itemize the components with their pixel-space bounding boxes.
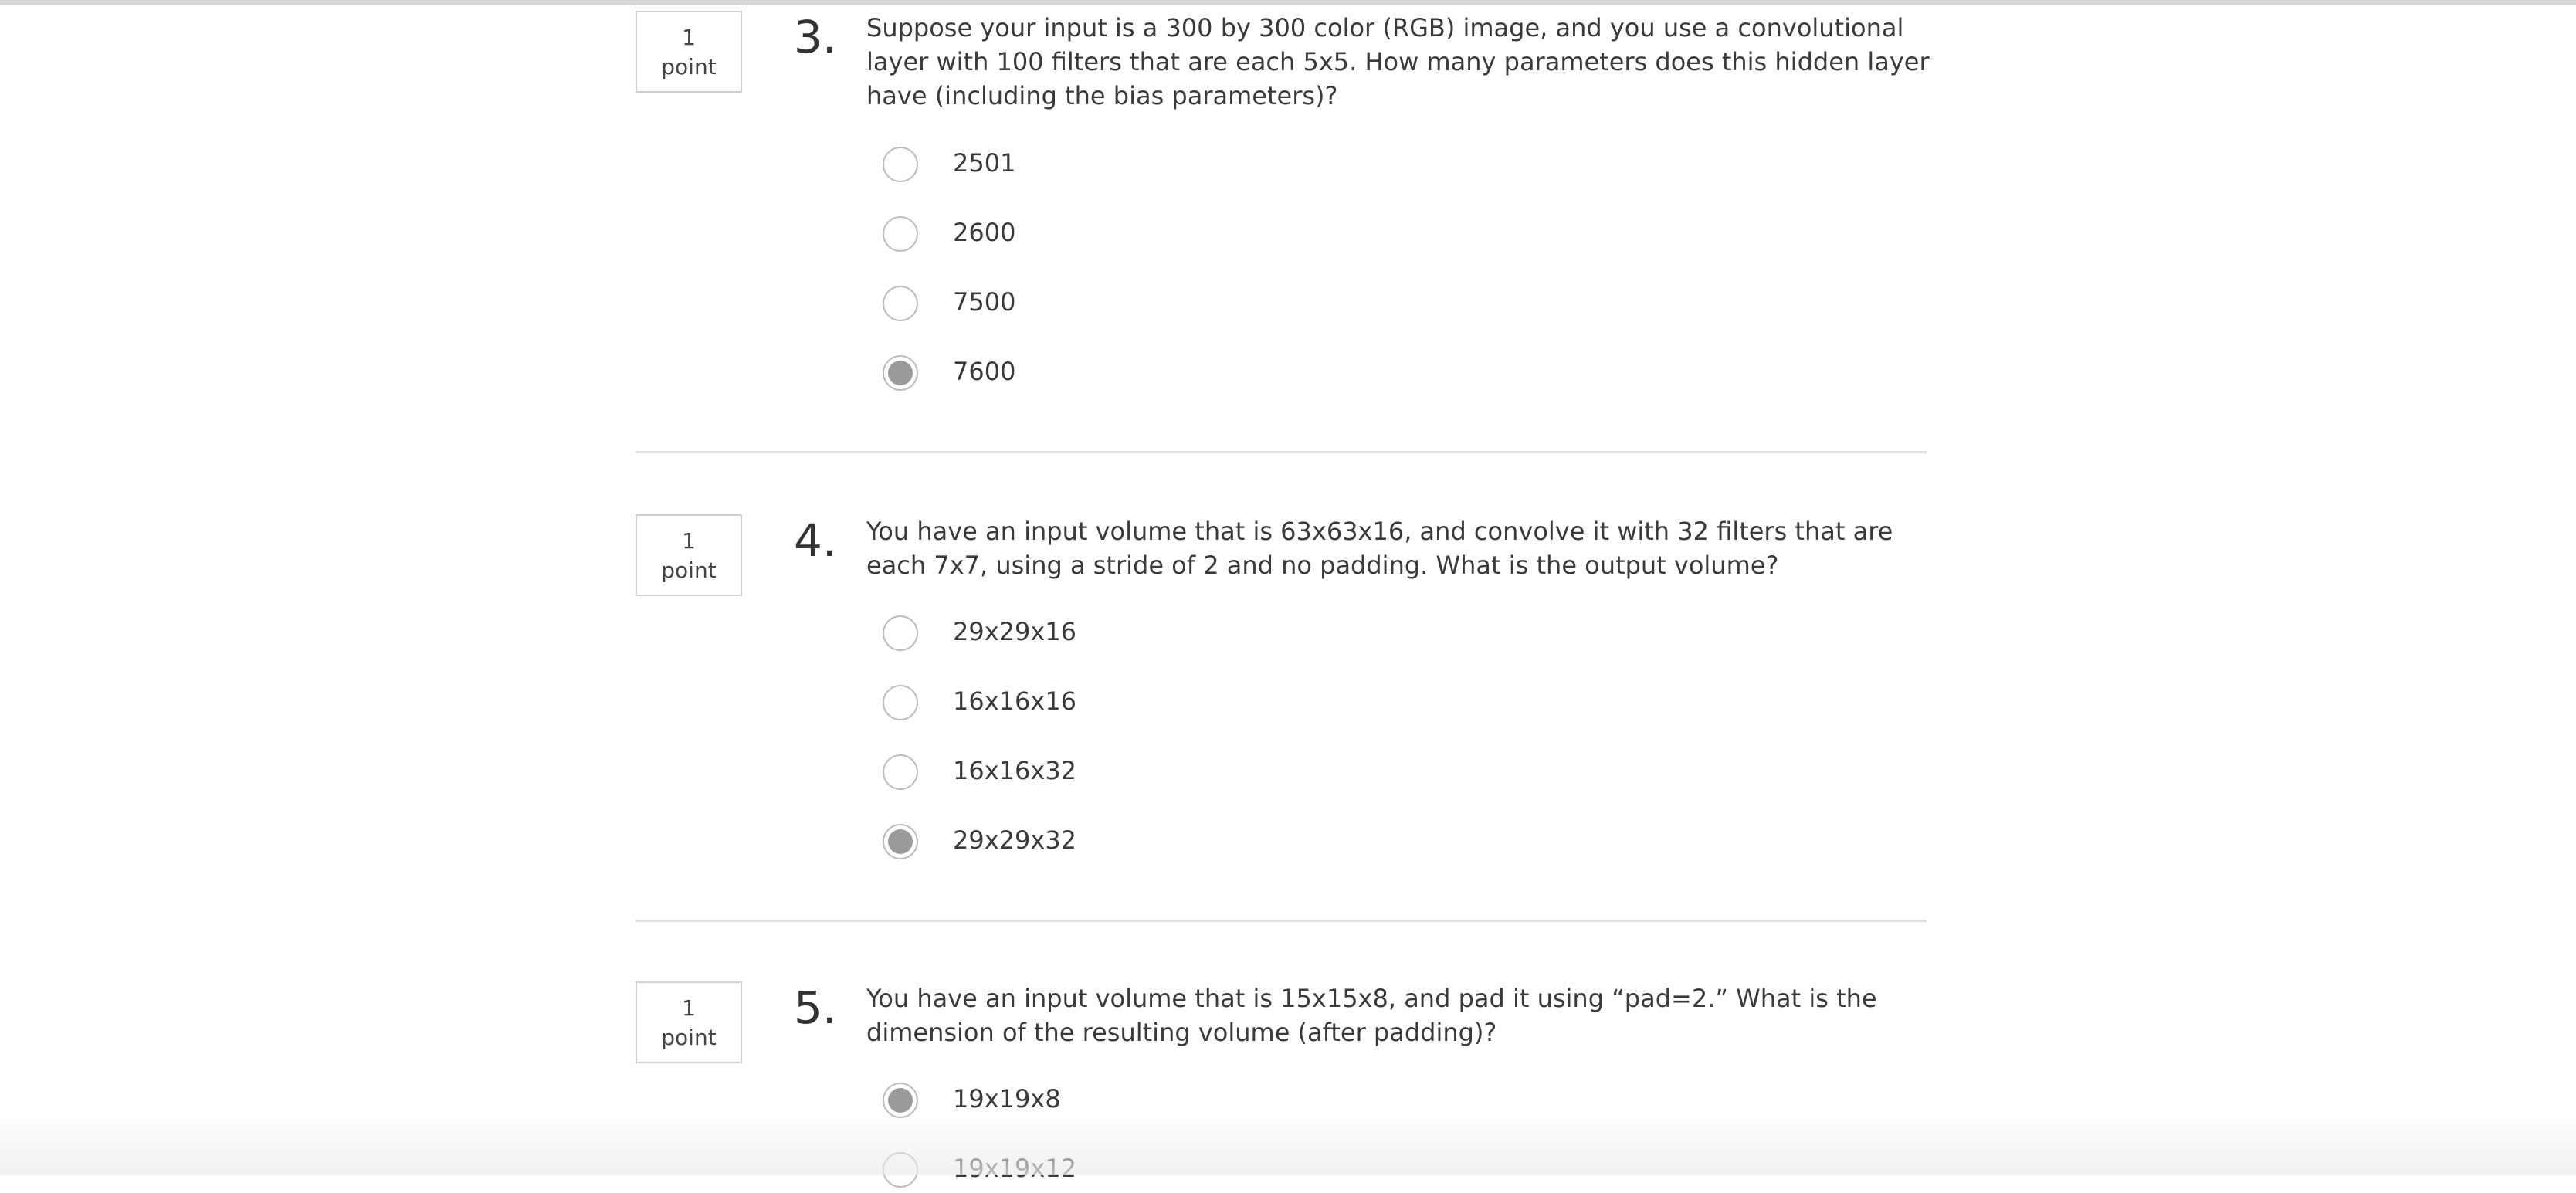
option-16x16x16[interactable]: 16x16x16 (883, 680, 1423, 726)
points-value: 1 (682, 25, 696, 50)
question-divider (636, 920, 1927, 922)
option-label: 16x16x16 (953, 686, 1077, 716)
question-3: 1 point 3. Suppose your input is a 300 b… (636, 11, 1930, 443)
option-19x19x8[interactable]: 19x19x8 (883, 1077, 1423, 1124)
option-label: 29x29x16 (953, 617, 1077, 646)
option-7600[interactable]: 7600 (883, 350, 1423, 396)
points-box: 1 point (636, 11, 742, 93)
radio-button[interactable] (883, 685, 918, 720)
question-prompt: You have an input volume that is 15x15x8… (866, 984, 1877, 1047)
option-label: 2501 (953, 148, 1016, 178)
points-label: point (661, 1025, 717, 1050)
radio-button[interactable] (883, 1152, 918, 1188)
option-label: 2600 (953, 218, 1016, 247)
option-label: 7600 (953, 357, 1016, 386)
option-7500[interactable]: 7500 (883, 280, 1423, 327)
question-prompt: You have an input volume that is 63x63x1… (866, 517, 1893, 580)
option-label: 19x19x8 (953, 1084, 1061, 1113)
points-box: 1 point (636, 514, 742, 596)
option-label: 29x29x32 (953, 825, 1077, 855)
question-5: 1 point 5. You have an input volume that… (636, 981, 1927, 1188)
question-number: 4. (794, 514, 837, 567)
radio-button-selected[interactable] (883, 355, 918, 391)
radio-button-selected[interactable] (883, 824, 918, 859)
radio-button[interactable] (883, 147, 918, 182)
option-29x29x32[interactable]: 29x29x32 (883, 818, 1423, 865)
radio-button[interactable] (883, 216, 918, 252)
question-4: 1 point 4. You have an input volume that… (636, 514, 1927, 916)
option-16x16x32[interactable]: 16x16x32 (883, 749, 1423, 795)
option-label: 7500 (953, 287, 1016, 317)
radio-button[interactable] (883, 754, 918, 790)
points-label: point (661, 558, 717, 583)
option-2600[interactable]: 2600 (883, 211, 1423, 257)
radio-button-selected[interactable] (883, 1083, 918, 1118)
points-label: point (661, 54, 717, 80)
points-value: 1 (682, 995, 696, 1021)
radio-button[interactable] (883, 615, 918, 651)
option-29x29x16[interactable]: 29x29x16 (883, 610, 1423, 656)
option-2501[interactable]: 2501 (883, 141, 1423, 188)
radio-button[interactable] (883, 286, 918, 321)
option-label: 19x19x12 (953, 1154, 1077, 1183)
points-value: 1 (682, 528, 696, 554)
question-prompt: Suppose your input is a 300 by 300 color… (866, 13, 1930, 110)
question-divider (636, 451, 1927, 453)
option-19x19x12[interactable]: 19x19x12 (883, 1147, 1423, 1193)
option-label: 16x16x32 (953, 756, 1077, 785)
question-number: 5. (794, 981, 837, 1034)
question-number: 3. (794, 11, 837, 63)
points-box: 1 point (636, 981, 742, 1063)
top-rule (0, 0, 2576, 5)
